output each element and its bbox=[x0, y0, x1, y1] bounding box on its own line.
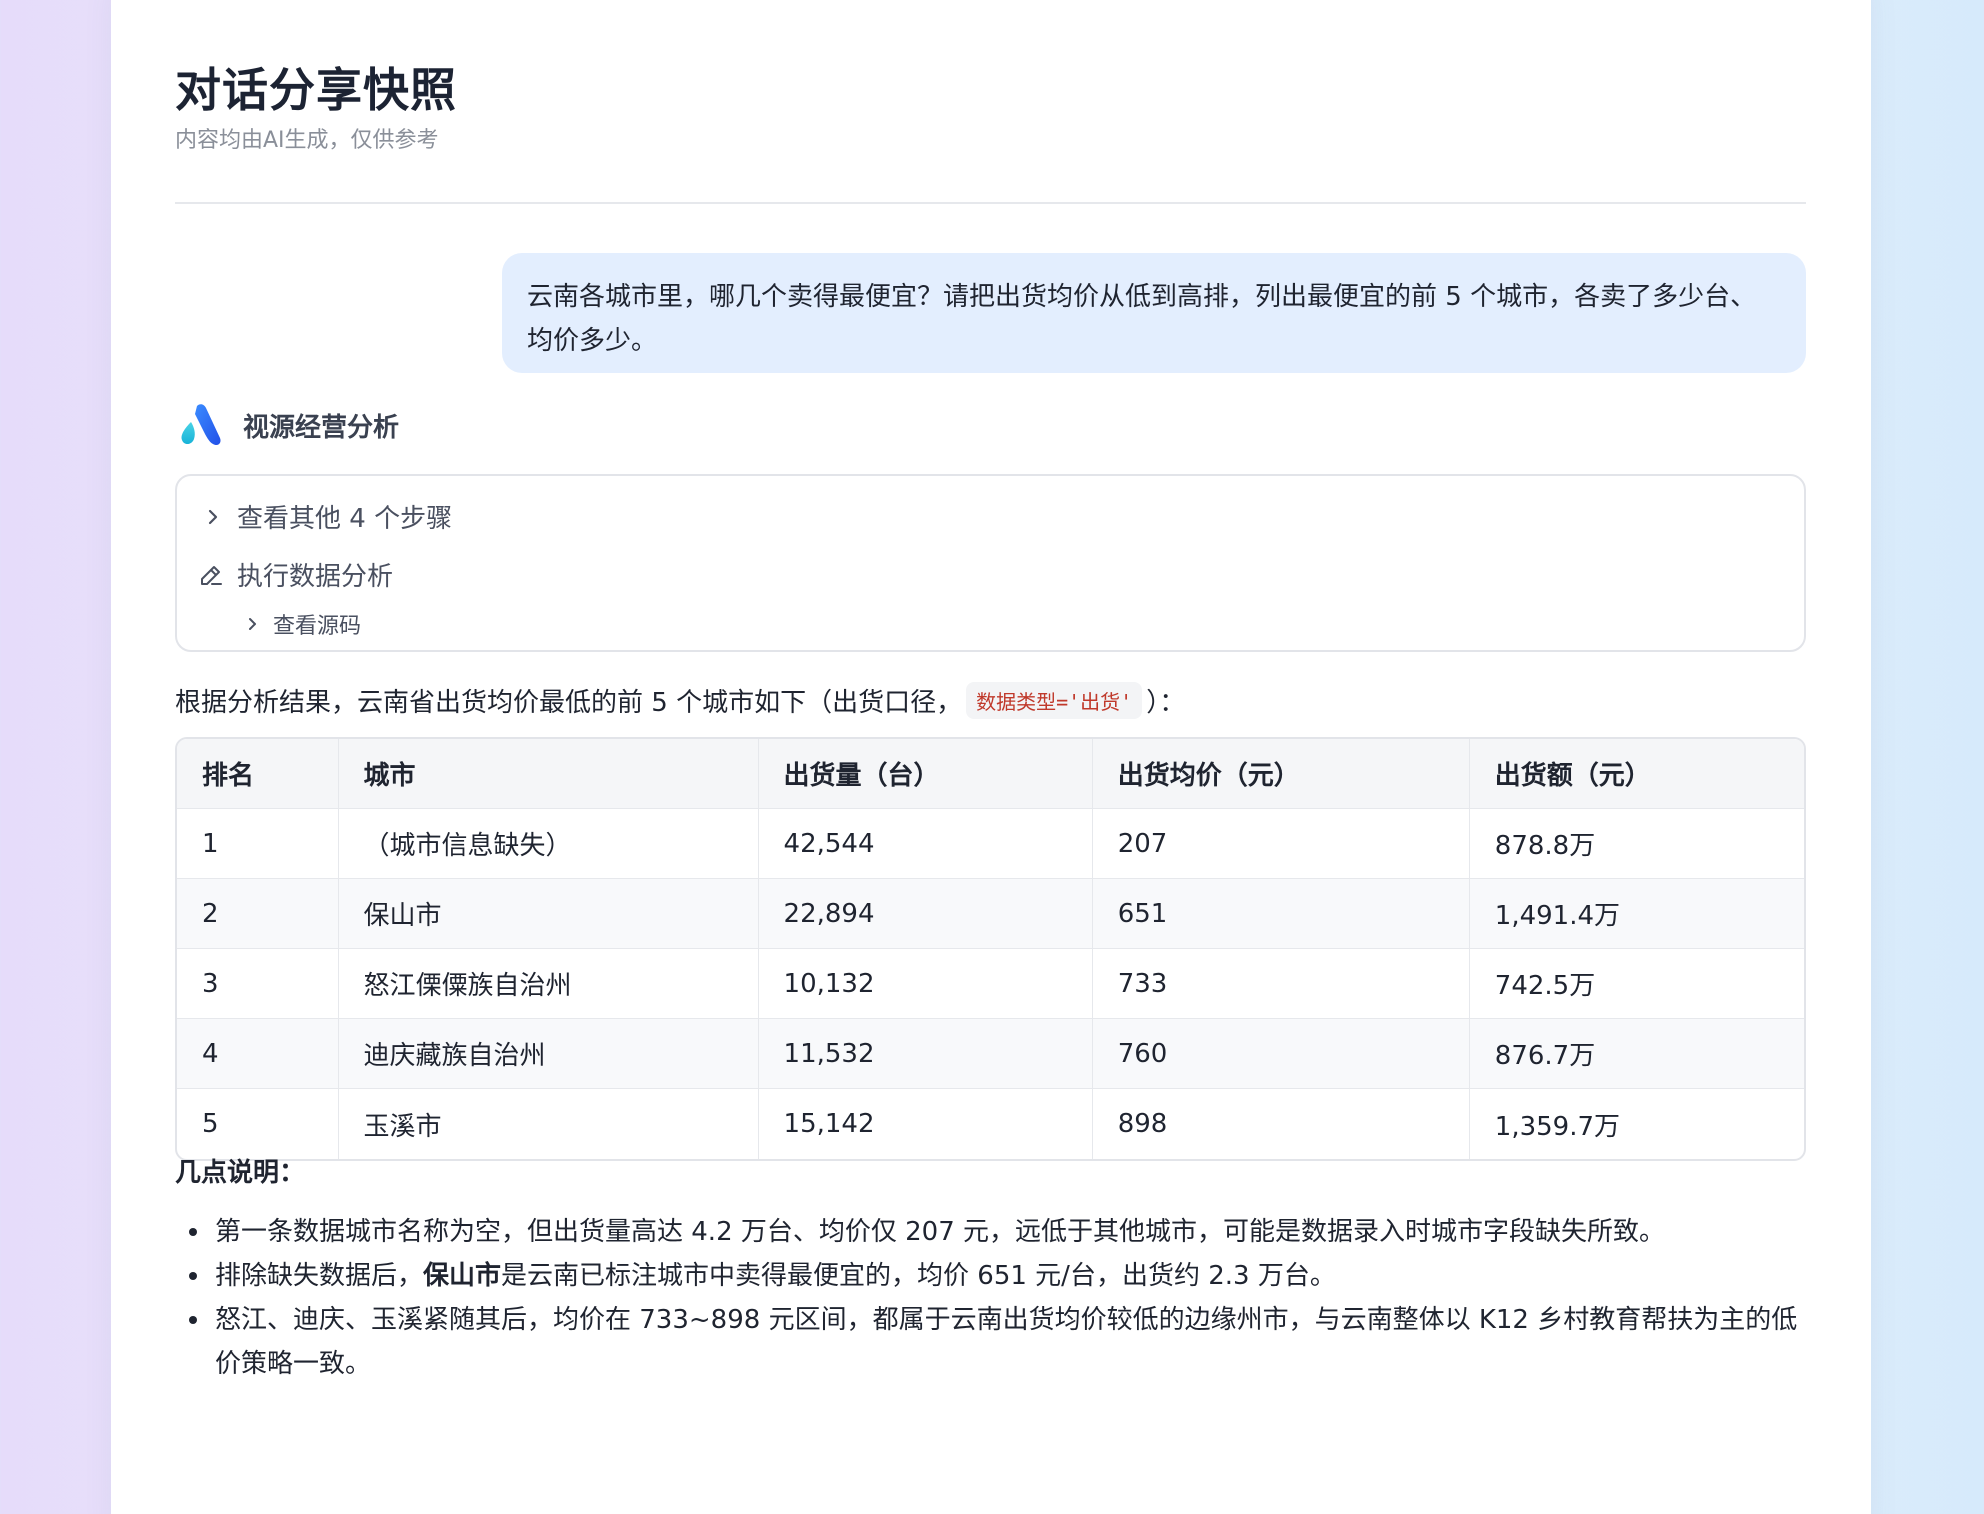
header-avg-price: 出货均价（元） bbox=[1092, 739, 1470, 809]
cell-city: 迪庆藏族自治州 bbox=[338, 1019, 759, 1089]
cell-amount: 742.5万 bbox=[1469, 949, 1804, 1019]
table-row: 5 玉溪市 15,142 898 1,359.7万 bbox=[177, 1089, 1804, 1159]
cell-volume: 10,132 bbox=[758, 949, 1093, 1019]
header-divider bbox=[175, 202, 1806, 204]
step-execute-analysis: 执行数据分析 bbox=[195, 556, 393, 593]
cell-amount: 878.8万 bbox=[1469, 809, 1804, 879]
cell-rank: 1 bbox=[177, 809, 339, 879]
view-source-label: 查看源码 bbox=[273, 614, 362, 639]
cell-avg-price: 733 bbox=[1092, 949, 1470, 1019]
user-message-bubble: 云南各城市里，哪几个卖得最便宜？请把出货均价从低到高排，列出最便宜的前 5 个城… bbox=[502, 253, 1806, 373]
notes-heading: 几点说明： bbox=[175, 1158, 306, 1188]
note-text: 排除缺失数据后， bbox=[215, 1261, 424, 1291]
cell-volume: 15,142 bbox=[759, 1089, 1093, 1159]
note-text: 是云南已标注城市中卖得最便宜的，均价 651 元/台，出货约 2.3 万台。 bbox=[501, 1261, 1336, 1291]
header-rank: 排名 bbox=[177, 739, 339, 809]
cell-rank: 5 bbox=[177, 1089, 339, 1159]
chevron-right-icon bbox=[239, 616, 265, 632]
cell-city: 怒江傈僳族自治州 bbox=[338, 949, 759, 1019]
cell-city: 保山市 bbox=[338, 879, 759, 949]
cell-avg-price: 207 bbox=[1092, 809, 1470, 879]
table-row: 1 （城市信息缺失） 42,544 207 878.8万 bbox=[177, 809, 1804, 879]
answer-intro: 根据分析结果，云南省出货均价最低的前 5 个城市如下（出货口径， 数据类型='出… bbox=[175, 680, 1185, 720]
cell-city: （城市信息缺失） bbox=[338, 809, 759, 879]
list-item: 第一条数据城市名称为空，但出货量高达 4.2 万台、均价仅 207 元，远低于其… bbox=[175, 1210, 1806, 1254]
cell-amount: 1,491.4万 bbox=[1469, 879, 1804, 949]
cell-avg-price: 898 bbox=[1093, 1089, 1470, 1159]
cell-volume: 22,894 bbox=[758, 879, 1093, 949]
note-highlight: 保山市 bbox=[423, 1261, 502, 1291]
intro-text: 根据分析结果，云南省出货均价最低的前 5 个城市如下（出货口径， bbox=[175, 687, 963, 718]
table-header-row: 排名 城市 出货量（台） 出货均价（元） 出货额（元） bbox=[177, 739, 1804, 809]
page-title: 对话分享快照 bbox=[175, 63, 457, 117]
table-row: 2 保山市 22,894 651 1,491.4万 bbox=[177, 879, 1804, 949]
expand-other-steps-toggle[interactable]: 查看其他 4 个步骤 bbox=[199, 498, 452, 535]
list-item: 怒江、迪庆、玉溪紧随其后，均价在 733~898 元区间，都属于云南出货均价较低… bbox=[175, 1298, 1806, 1386]
inline-code: 数据类型='出货' bbox=[966, 681, 1143, 719]
step-execute-analysis-label: 执行数据分析 bbox=[237, 562, 394, 592]
cell-rank: 2 bbox=[177, 879, 339, 949]
analysis-steps-panel: 查看其他 4 个步骤 执行数据分析 查看源码 bbox=[175, 474, 1806, 652]
expand-other-steps-label: 查看其他 4 个步骤 bbox=[237, 504, 453, 534]
chevron-right-icon bbox=[199, 508, 227, 526]
cell-avg-price: 760 bbox=[1092, 1019, 1470, 1089]
cell-volume: 42,544 bbox=[758, 809, 1093, 879]
city-price-table: 排名 城市 出货量（台） 出货均价（元） 出货额（元） 1 （城市信息缺失） 4… bbox=[175, 737, 1806, 1161]
cell-amount: 876.7万 bbox=[1469, 1019, 1804, 1089]
brand-logo-icon bbox=[181, 404, 221, 446]
cell-rank: 3 bbox=[177, 949, 339, 1019]
intro-text-end: ）： bbox=[1146, 687, 1186, 718]
header-amount: 出货额（元） bbox=[1469, 739, 1804, 809]
cell-amount: 1,359.7万 bbox=[1494, 1111, 1621, 1142]
assistant-name: 视源经营分析 bbox=[243, 412, 400, 443]
assistant-header: 视源经营分析 bbox=[175, 400, 399, 450]
page-subtitle: 内容均由AI生成，仅供参考 bbox=[175, 128, 439, 153]
table-row: 3 怒江傈僳族自治州 10,132 733 742.5万 bbox=[177, 949, 1804, 1019]
view-source-toggle[interactable]: 查看源码 bbox=[239, 608, 361, 640]
notes-list: 第一条数据城市名称为空，但出货量高达 4.2 万台、均价仅 207 元，远低于其… bbox=[175, 1210, 1806, 1386]
snapshot-card: 对话分享快照 内容均由AI生成，仅供参考 云南各城市里，哪几个卖得最便宜？请把出… bbox=[111, 0, 1871, 1514]
edit-pencil-icon bbox=[195, 562, 227, 588]
table-row: 4 迪庆藏族自治州 11,532 760 876.7万 bbox=[177, 1019, 1804, 1089]
list-item: 排除缺失数据后，保山市是云南已标注城市中卖得最便宜的，均价 651 元/台，出货… bbox=[175, 1254, 1806, 1298]
cell-avg-price: 651 bbox=[1092, 879, 1470, 949]
cell-volume: 11,532 bbox=[758, 1019, 1093, 1089]
cell-city: 玉溪市 bbox=[339, 1089, 759, 1159]
header-volume: 出货量（台） bbox=[758, 739, 1093, 809]
cell-rank: 4 bbox=[177, 1019, 339, 1089]
header-city: 城市 bbox=[338, 739, 759, 809]
